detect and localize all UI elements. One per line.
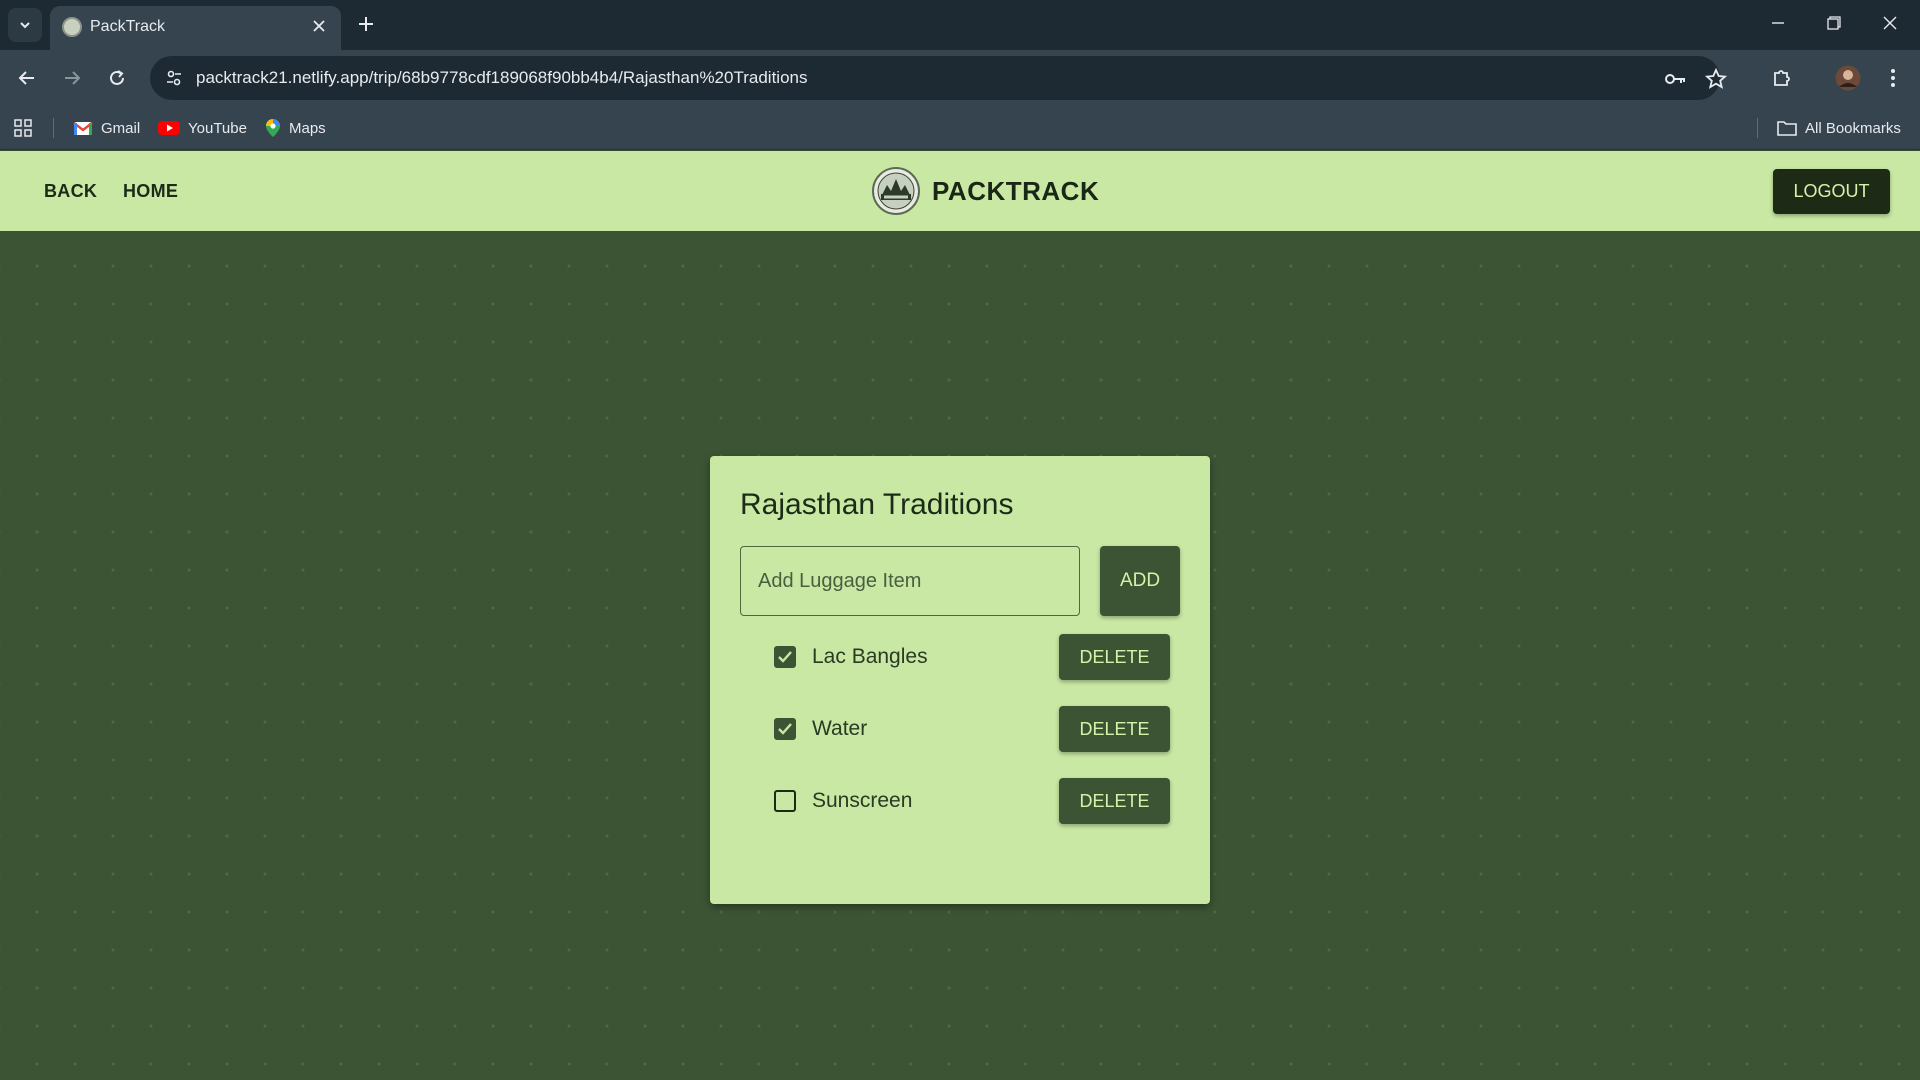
item-label: Water xyxy=(812,717,868,740)
packtrack-logo-icon xyxy=(872,167,920,215)
list-item: Lac Bangles DELETE xyxy=(770,632,1170,682)
puzzle-icon xyxy=(1774,70,1790,86)
address-bar[interactable]: packtrack21.netlify.app/trip/68b9778cdf1… xyxy=(150,56,1727,100)
minimize-icon xyxy=(1772,22,1784,24)
bookmark-label: Gmail xyxy=(101,119,141,137)
add-button[interactable]: ADD xyxy=(1100,546,1180,616)
tab-title: PackTrack xyxy=(90,18,165,35)
check-icon xyxy=(778,723,792,735)
bookmark-label: YouTube xyxy=(188,119,247,137)
maps-icon xyxy=(266,119,280,137)
delete-button[interactable]: DELETE xyxy=(1059,706,1170,752)
avatar xyxy=(1835,65,1861,91)
key-icon xyxy=(1665,74,1685,84)
apps-button[interactable] xyxy=(14,116,32,140)
forward-nav-button[interactable] xyxy=(56,62,88,94)
trip-card: Rajasthan Traditions ADD Lac Bangles DEL… xyxy=(710,456,1210,904)
list-item: Sunscreen DELETE xyxy=(770,776,1170,826)
restore-button[interactable] xyxy=(1806,0,1862,46)
apps-grid-icon xyxy=(14,119,32,137)
gmail-icon xyxy=(73,122,93,135)
tab-search-button[interactable] xyxy=(8,8,42,42)
star-icon xyxy=(1705,68,1727,89)
chevron-down-icon xyxy=(20,22,30,29)
divider xyxy=(1757,118,1758,138)
logout-button[interactable]: LOGOUT xyxy=(1773,169,1890,214)
item-checkbox[interactable] xyxy=(774,646,796,668)
home-link[interactable]: HOME xyxy=(123,181,178,202)
bookmark-maps[interactable]: Maps xyxy=(265,116,326,140)
bookmark-label: Maps xyxy=(289,119,326,137)
delete-button[interactable]: DELETE xyxy=(1059,634,1170,680)
bookmark-youtube[interactable]: YouTube xyxy=(158,116,247,140)
site-info-button[interactable] xyxy=(158,62,190,94)
youtube-icon xyxy=(158,121,180,135)
bookmark-gmail[interactable]: Gmail xyxy=(73,116,140,140)
all-bookmarks-label: All Bookmarks xyxy=(1805,119,1901,137)
item-label: Sunscreen xyxy=(812,789,913,812)
brand[interactable]: PACKTRACK xyxy=(872,165,1099,217)
check-icon xyxy=(778,651,792,663)
reload-button[interactable] xyxy=(101,62,133,94)
extensions-button[interactable] xyxy=(1766,62,1798,94)
minimize-button[interactable] xyxy=(1750,0,1806,46)
app-header: BACK HOME PACKTRACK LOGOUT xyxy=(0,151,1920,231)
all-bookmarks-button[interactable]: All Bookmarks xyxy=(1777,116,1901,140)
delete-button[interactable]: DELETE xyxy=(1059,778,1170,824)
back-nav-button[interactable] xyxy=(11,62,43,94)
bookmarks-bar: Gmail YouTube Maps All Bookmarks xyxy=(0,106,1920,150)
divider xyxy=(53,118,54,138)
bookmark-star-button[interactable] xyxy=(1703,66,1729,92)
luggage-item-input[interactable] xyxy=(740,546,1080,616)
close-window-button[interactable] xyxy=(1862,0,1918,46)
browser-tab-strip: PackTrack xyxy=(0,0,1920,50)
item-checkbox[interactable] xyxy=(774,790,796,812)
url-text[interactable]: packtrack21.netlify.app/trip/68b9778cdf1… xyxy=(196,68,807,88)
reload-icon xyxy=(110,70,124,85)
brand-name: PACKTRACK xyxy=(932,175,1100,206)
list-item: Water DELETE xyxy=(770,704,1170,754)
plus-icon xyxy=(359,17,373,31)
arrow-left-icon xyxy=(18,71,34,85)
browser-toolbar: packtrack21.netlify.app/trip/68b9778cdf1… xyxy=(0,50,1920,106)
restore-icon xyxy=(1827,16,1841,30)
new-tab-button[interactable] xyxy=(352,10,380,38)
password-key-button[interactable] xyxy=(1662,66,1688,92)
packtrack-favicon-icon xyxy=(62,17,82,37)
back-link[interactable]: BACK xyxy=(44,181,97,202)
item-checkbox[interactable] xyxy=(774,718,796,740)
page-title: Rajasthan Traditions xyxy=(740,488,1014,521)
profile-button[interactable] xyxy=(1832,62,1864,94)
browser-tab[interactable]: PackTrack xyxy=(50,6,341,50)
browser-menu-button[interactable] xyxy=(1877,62,1909,94)
arrow-right-icon xyxy=(65,71,81,85)
close-icon xyxy=(1883,16,1897,30)
more-vert-icon xyxy=(1891,69,1895,87)
tab-close-button[interactable] xyxy=(307,14,331,38)
tune-icon xyxy=(167,70,181,86)
item-label: Lac Bangles xyxy=(812,645,928,668)
folder-icon xyxy=(1777,121,1797,136)
close-icon xyxy=(313,20,325,32)
